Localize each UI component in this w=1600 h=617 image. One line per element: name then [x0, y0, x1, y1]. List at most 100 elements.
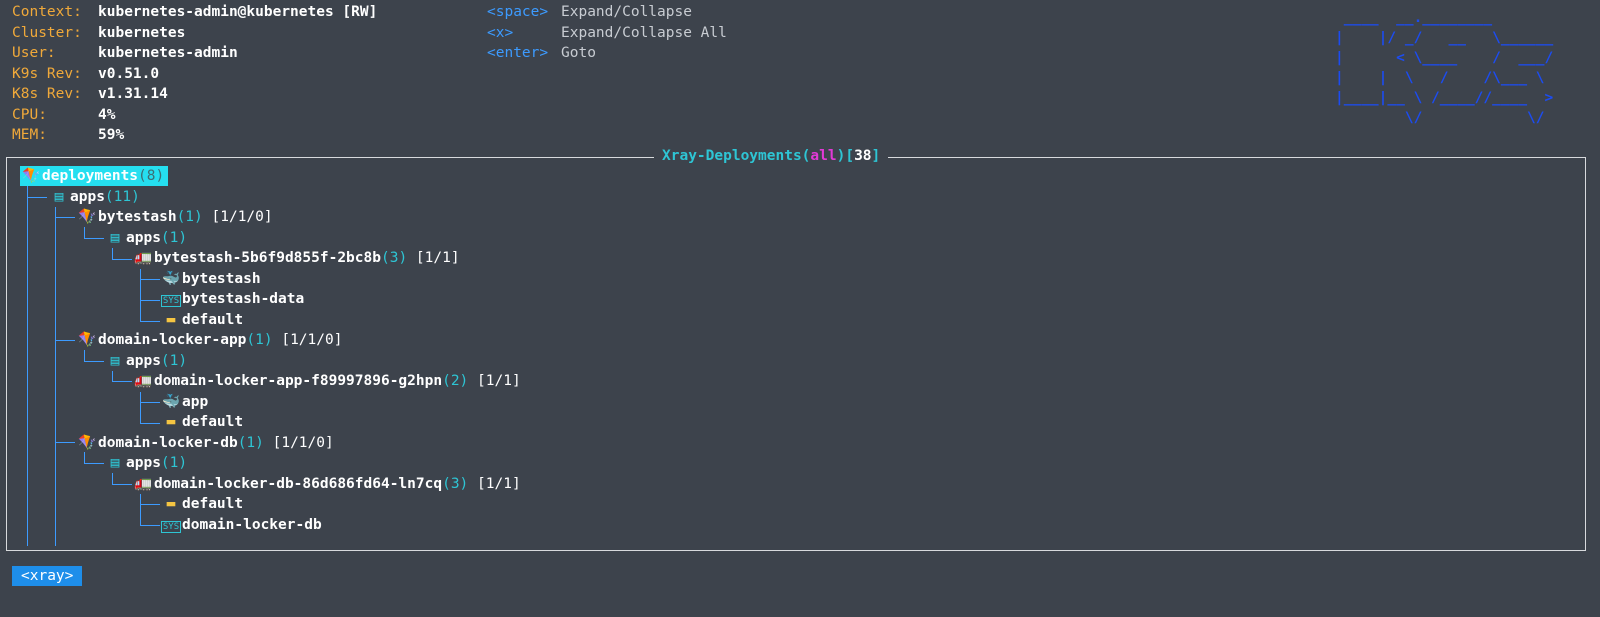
tree-node-container[interactable]: 🐳 app [160, 392, 208, 412]
node-label: bytestash-5b6f9d855f-2bc8b [154, 250, 381, 266]
header-value: kubernetes-admin [98, 45, 238, 61]
tree-node-pod[interactable]: 🚛 bytestash-5b6f9d855f-2bc8b(3) [1/1] [132, 248, 460, 268]
header-value: 4% [98, 106, 116, 123]
hint-x: <x> Expand/Collapse All [487, 23, 727, 43]
pod-icon: 🚛 [133, 373, 153, 389]
tree-node-serviceaccount[interactable]: ▬ default [160, 310, 243, 330]
tree-node-namespace[interactable]: ▤ apps(1) [104, 453, 188, 473]
hint-key: <enter> [487, 45, 549, 61]
node-status: [1/1] [407, 250, 460, 266]
node-label: domain-locker-db [182, 516, 322, 533]
node-label: default [182, 311, 244, 328]
node-label: apps [126, 455, 161, 471]
tree-node-deployment[interactable]: 🪁 domain-locker-db(1) [1/1/0] [76, 433, 334, 453]
node-count: (1) [160, 352, 188, 369]
node-status: [1/1] [468, 373, 521, 389]
hint-desc: Goto [561, 45, 596, 61]
node-label: apps [126, 229, 161, 246]
tree-node-pod[interactable]: 🚛 domain-locker-app-f89997896-g2hpn(2) [1… [132, 371, 521, 391]
header-key: K9s Rev: [12, 65, 82, 82]
deployment-icon: 🪁 [21, 168, 41, 184]
panel-title: Xray-Deployments(all)[38] [654, 146, 889, 166]
tree-line [112, 381, 132, 382]
service-account-icon: ▬ [166, 414, 176, 430]
node-label: domain-locker-db-86d686fd64-ln7cq [154, 475, 443, 492]
tree-line [27, 197, 47, 198]
tree-node-serviceaccount[interactable]: ▬ default [160, 412, 243, 432]
tree-node-namespace[interactable]: ▤ apps(11) [48, 187, 140, 207]
header-key: User: [12, 45, 56, 61]
header-key: K8s Rev: [12, 86, 82, 102]
title-suffix: ] [871, 148, 881, 164]
tree-node-volume[interactable]: SYS bytestash-data [160, 289, 304, 309]
tree-line [140, 300, 160, 301]
node-count: (8) [138, 168, 165, 184]
tree-node-serviceaccount[interactable]: ▬ default [160, 494, 243, 514]
node-label: default [182, 414, 244, 430]
tree-node-namespace[interactable]: ▤ apps(1) [104, 351, 188, 371]
hint-desc: Expand/Collapse [561, 4, 692, 20]
container-icon: 🐳 [161, 393, 181, 410]
tree-line [140, 402, 160, 403]
node-status: [1/1/0] [263, 434, 334, 451]
tree-line [27, 186, 28, 546]
node-count: (1) [176, 209, 203, 225]
header-k8s-rev: K8s Rev: v1.31.14 [12, 84, 168, 104]
deployment-icon: 🪁 [77, 434, 97, 451]
pod-icon: 🚛 [133, 250, 153, 266]
tree-node-root[interactable]: 🪁 deployments(8) [20, 166, 169, 186]
title-prefix: Xray-Deployments( [662, 148, 811, 164]
header-value: 59% [98, 127, 125, 143]
k9s-logo: ____ __.________ | |/ _/ __ \______ | < … [1335, 10, 1554, 126]
volume-icon-wrap: SYS [160, 289, 182, 311]
node-label: bytestash-data [182, 291, 305, 307]
header-value: kubernetes-admin@kubernetes [RW] [98, 4, 378, 20]
service-account-icon: ▬ [166, 496, 176, 512]
tree-line [112, 259, 132, 260]
volume-icon: SYS [160, 520, 182, 533]
header-context: Context: kubernetes-admin@kubernetes [RW] [12, 2, 377, 22]
tree-line [84, 361, 104, 362]
node-count: (2) [442, 373, 469, 389]
node-count: (11) [104, 188, 140, 205]
node-label: domain-locker-db [98, 434, 238, 451]
node-count: (3) [380, 250, 408, 266]
hint-enter: <enter> Goto [487, 43, 596, 63]
header-key: CPU: [12, 106, 47, 123]
tree-line [140, 525, 160, 526]
tree-line [112, 248, 113, 259]
hint-desc: Expand/Collapse All [561, 24, 727, 41]
tree-node-volume[interactable]: SYS domain-locker-db [160, 515, 322, 535]
tree-node-deployment[interactable]: 🪁 domain-locker-app(1) [1/1/0] [76, 330, 342, 350]
header-value: v1.31.14 [98, 86, 168, 102]
header-cpu: CPU: 4% [12, 105, 115, 125]
node-count: (1) [246, 332, 273, 348]
node-label: domain-locker-app [98, 332, 247, 348]
namespace-icon: ▤ [110, 455, 120, 471]
tree-line [112, 473, 113, 484]
header-mem: MEM: 59% [12, 125, 124, 145]
tree-node-deployment[interactable]: 🪁 bytestash(1) [1/1/0] [76, 207, 273, 227]
breadcrumb-xray[interactable]: <xray> [12, 566, 83, 586]
header-cluster: Cluster: kubernetes [12, 23, 185, 43]
container-icon: 🐳 [161, 270, 181, 287]
node-label: default [182, 496, 244, 512]
tree-line [84, 227, 85, 238]
tree-line [55, 340, 75, 341]
tree-node-namespace[interactable]: ▤ apps(1) [104, 228, 188, 248]
tree-line [84, 238, 104, 239]
header-key: Context: [12, 4, 82, 20]
header-value: v0.51.0 [98, 65, 160, 82]
tree-line [140, 321, 160, 322]
tree-line [140, 494, 141, 526]
namespace-icon: ▤ [54, 188, 64, 205]
node-count: (1) [160, 455, 188, 471]
tree-line [84, 350, 85, 361]
header-key: Cluster: [12, 24, 82, 41]
tree-line [140, 279, 160, 280]
tree-node-container[interactable]: 🐳 bytestash [160, 269, 261, 289]
service-account-icon: ▬ [166, 311, 176, 328]
node-count: (1) [237, 434, 264, 451]
tree-node-pod[interactable]: 🚛 domain-locker-db-86d686fd64-ln7cq(3) [1… [132, 474, 521, 494]
volume-icon: SYS [160, 295, 182, 307]
